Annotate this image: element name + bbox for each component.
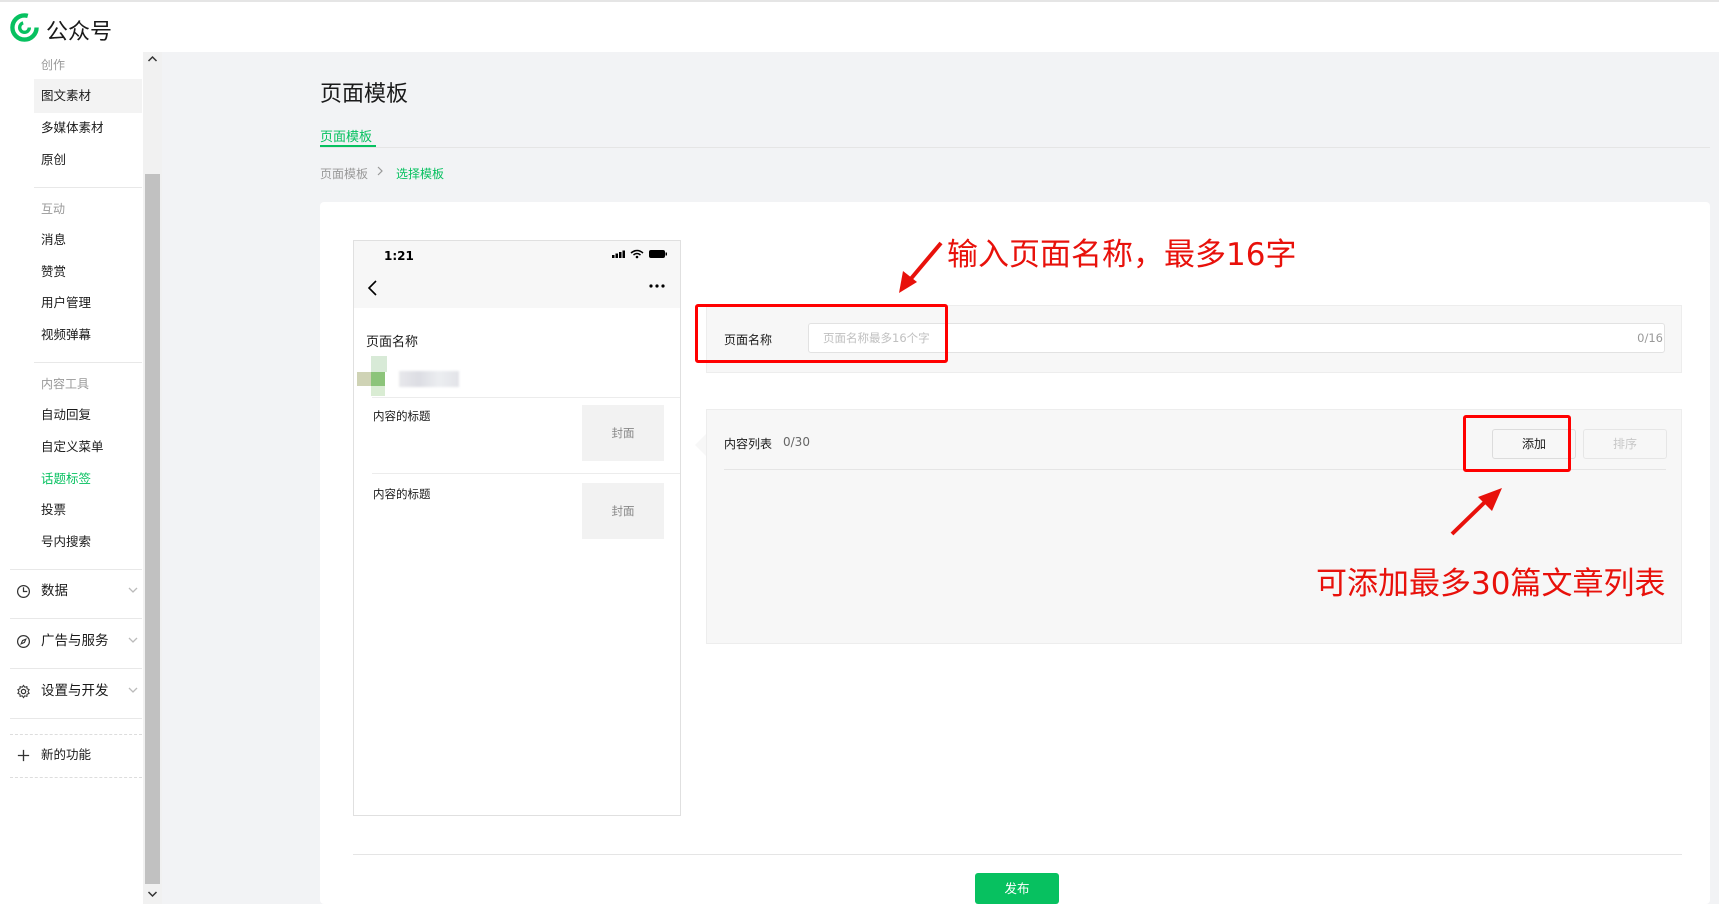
tab-page-template[interactable]: 页面模板	[320, 126, 372, 145]
account-name-blurred	[399, 371, 459, 387]
sidebar: 创作 图文素材 多媒体素材 原创 互动 消息 赞赏 用户管理 视频弹幕 内容工具…	[0, 52, 162, 904]
sidebar-new-feature[interactable]: 新的功能	[16, 738, 140, 772]
group-label: 数据	[41, 583, 68, 599]
sidebar-item-auto-reply[interactable]: 自动回复	[34, 398, 142, 432]
top-bar: 公众号	[0, 0, 1719, 52]
sidebar-item-multimedia[interactable]: 多媒体素材	[34, 111, 142, 145]
gear-icon	[17, 684, 30, 699]
sidebar-group-ads-services[interactable]: 广告与服务	[16, 624, 140, 658]
breadcrumb-page-template[interactable]: 页面模板	[320, 165, 368, 182]
divider	[10, 618, 142, 619]
scroll-up-arrow-icon[interactable]	[145, 52, 160, 67]
content-list-count: 0/30	[783, 435, 810, 449]
chevron-down-icon	[128, 687, 138, 693]
phone-time: 1:21	[384, 249, 414, 263]
preview-item-title: 内容的标题	[373, 409, 431, 423]
annotation-list-hint: 可添加最多30篇文章列表	[1316, 566, 1666, 602]
group-label: 设置与开发	[41, 683, 109, 699]
more-icon[interactable]	[648, 283, 666, 289]
sidebar-item-article-material[interactable]: 图文素材	[34, 79, 142, 113]
breadcrumb-select-template: 选择模板	[396, 167, 445, 181]
annotation-box-add	[1463, 415, 1571, 472]
sidebar-item-vote[interactable]: 投票	[34, 493, 142, 527]
divider	[34, 187, 142, 188]
tabs-divider	[320, 147, 1710, 148]
preview-item-title: 内容的标题	[373, 487, 431, 501]
section-label-create: 创作	[41, 58, 66, 72]
panel-pointer	[695, 434, 706, 456]
sidebar-item-custom-menu[interactable]: 自定义菜单	[34, 430, 142, 464]
back-arrow-icon[interactable]	[366, 279, 380, 297]
wechat-mp-logo-icon[interactable]	[10, 13, 39, 42]
page-title: 页面模板	[320, 82, 409, 107]
list-divider	[372, 473, 680, 474]
status-icons	[612, 249, 667, 259]
publish-button[interactable]: 发布	[975, 873, 1059, 904]
account-avatar	[357, 356, 387, 396]
preview-page-name: 页面名称	[366, 335, 419, 350]
section-label-interact: 互动	[41, 202, 66, 216]
divider	[10, 569, 142, 570]
pie-chart-icon	[16, 584, 31, 599]
footer-divider	[353, 854, 1682, 855]
sidebar-item-topic-tags[interactable]: 话题标签	[34, 462, 142, 496]
page-name-char-count: 0/16	[1637, 331, 1663, 345]
preview-item-cover: 封面	[582, 405, 664, 461]
sidebar-item-video-danmaku[interactable]: 视频弹幕	[34, 318, 142, 352]
divider	[10, 718, 142, 719]
sidebar-item-in-account-search[interactable]: 号内搜索	[34, 525, 142, 559]
chevron-right-icon	[377, 166, 383, 176]
brand-title: 公众号	[46, 20, 113, 45]
sidebar-item-appreciation[interactable]: 赞赏	[34, 255, 142, 289]
annotation-box-name	[695, 304, 948, 363]
plus-icon	[17, 749, 30, 762]
preview-item-cover: 封面	[582, 483, 664, 539]
sidebar-item-messages[interactable]: 消息	[34, 223, 142, 257]
divider	[10, 668, 142, 669]
annotation-arrow-icon	[1450, 488, 1502, 536]
annotation-name-hint: 输入页面名称，最多16字	[947, 237, 1297, 273]
phone-preview: 1:21 页面名称 内容的标题 封面 内容的标题 封面	[353, 240, 681, 816]
chevron-down-icon	[128, 587, 138, 593]
sort-button[interactable]: 排序	[1583, 429, 1667, 459]
chevron-down-icon	[128, 637, 138, 643]
list-divider	[372, 397, 680, 398]
annotation-arrow-icon	[899, 241, 943, 293]
content-list-label: 内容列表	[724, 437, 773, 451]
divider	[34, 362, 142, 363]
sidebar-item-user-management[interactable]: 用户管理	[34, 286, 142, 320]
scrollbar-thumb[interactable]	[145, 174, 160, 884]
section-label-content-tools: 内容工具	[41, 377, 90, 391]
group-label: 广告与服务	[41, 633, 109, 649]
sidebar-group-data[interactable]: 数据	[16, 574, 140, 608]
new-feature-label: 新的功能	[41, 747, 92, 762]
sidebar-item-original[interactable]: 原创	[34, 143, 142, 177]
sidebar-group-settings-dev[interactable]: 设置与开发	[16, 674, 140, 708]
phone-header: 1:21	[354, 241, 680, 308]
scroll-down-arrow-icon[interactable]	[145, 886, 160, 901]
compass-icon	[16, 634, 31, 649]
